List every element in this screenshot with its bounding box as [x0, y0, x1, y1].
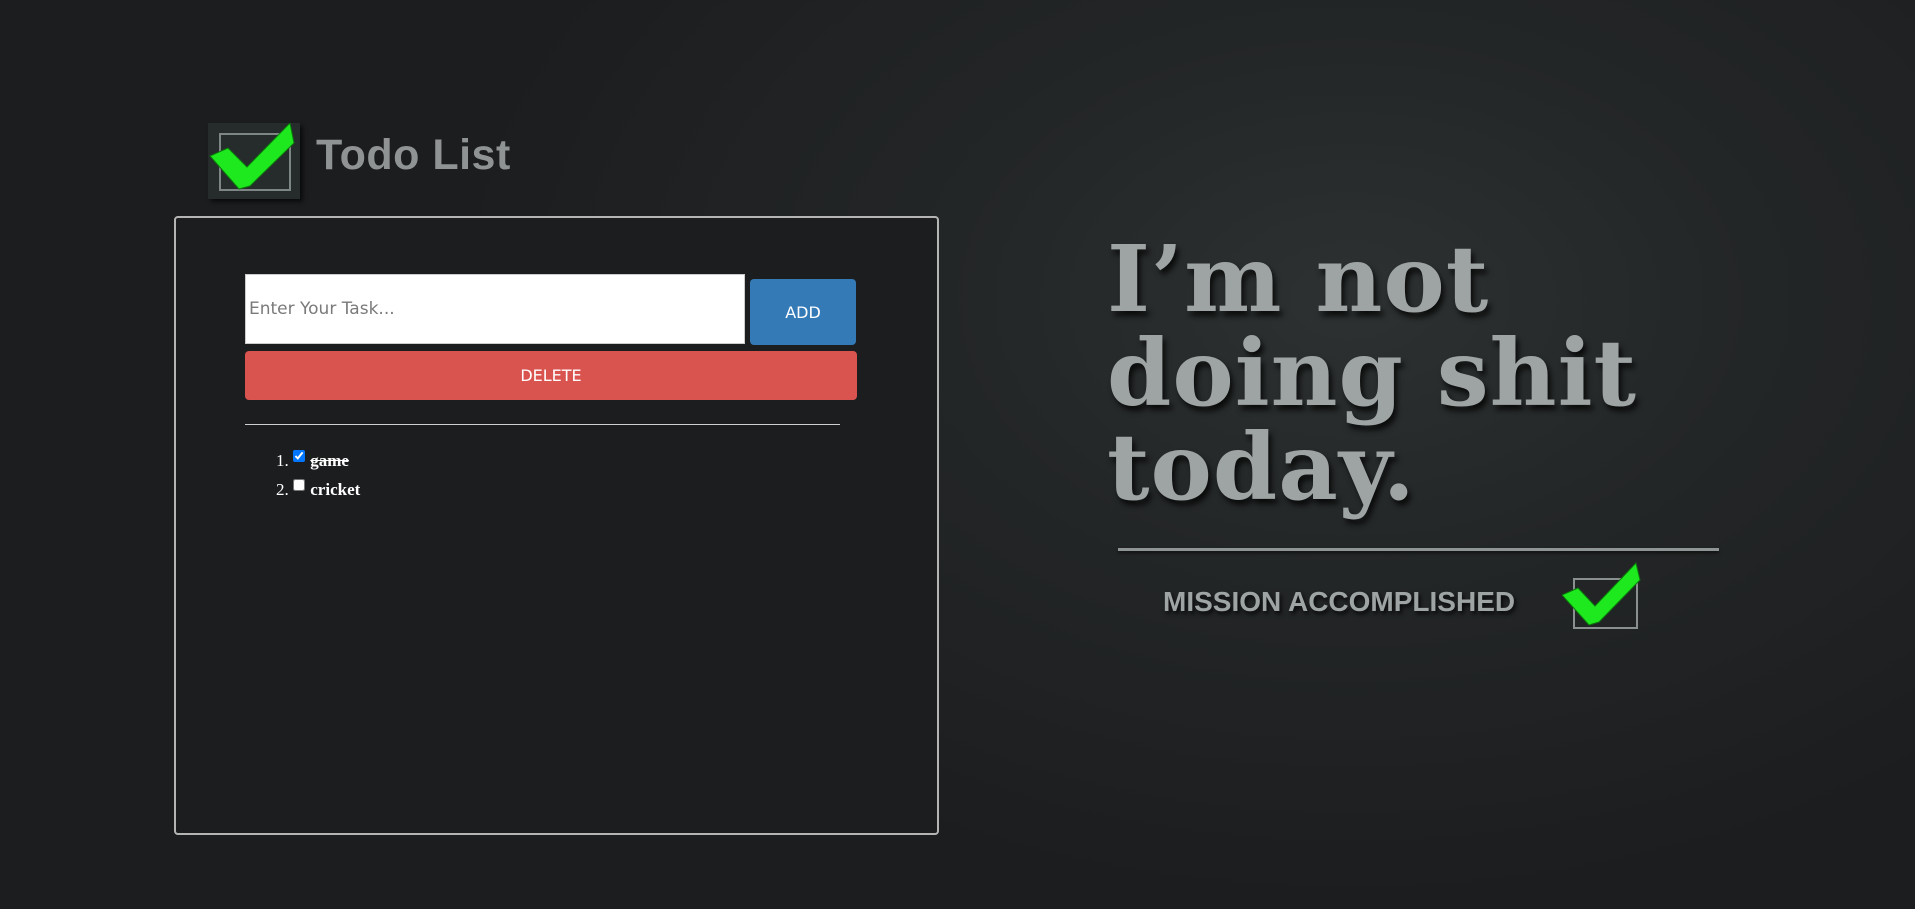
logo	[208, 123, 300, 199]
mission-caption: MISSION ACCOMPLISHED	[1163, 586, 1516, 617]
quote-divider	[1118, 548, 1719, 551]
delete-button[interactable]: DELETE	[245, 351, 857, 400]
list-item: cricket	[293, 475, 360, 504]
task-label: game	[310, 451, 349, 470]
quote-line: doing shit	[1107, 319, 1638, 427]
wallpaper-quote: I’m not doing shit today.	[1107, 232, 1637, 514]
todo-panel: ADD DELETE game cricket	[174, 216, 939, 835]
quote-line: today.	[1107, 413, 1416, 521]
divider	[245, 424, 840, 425]
task-checkbox[interactable]	[293, 479, 305, 491]
add-button[interactable]: ADD	[750, 279, 856, 345]
quote-line: I’m not	[1107, 225, 1490, 333]
checkbox-check-icon	[1562, 561, 1641, 629]
list-item: game	[293, 446, 360, 475]
task-list: game cricket	[245, 446, 360, 504]
task-label: cricket	[310, 480, 361, 499]
task-checkbox[interactable]	[293, 450, 305, 462]
task-input[interactable]	[245, 274, 745, 344]
app-title: Todo List	[316, 131, 511, 179]
checkbox-check-icon	[209, 123, 295, 191]
